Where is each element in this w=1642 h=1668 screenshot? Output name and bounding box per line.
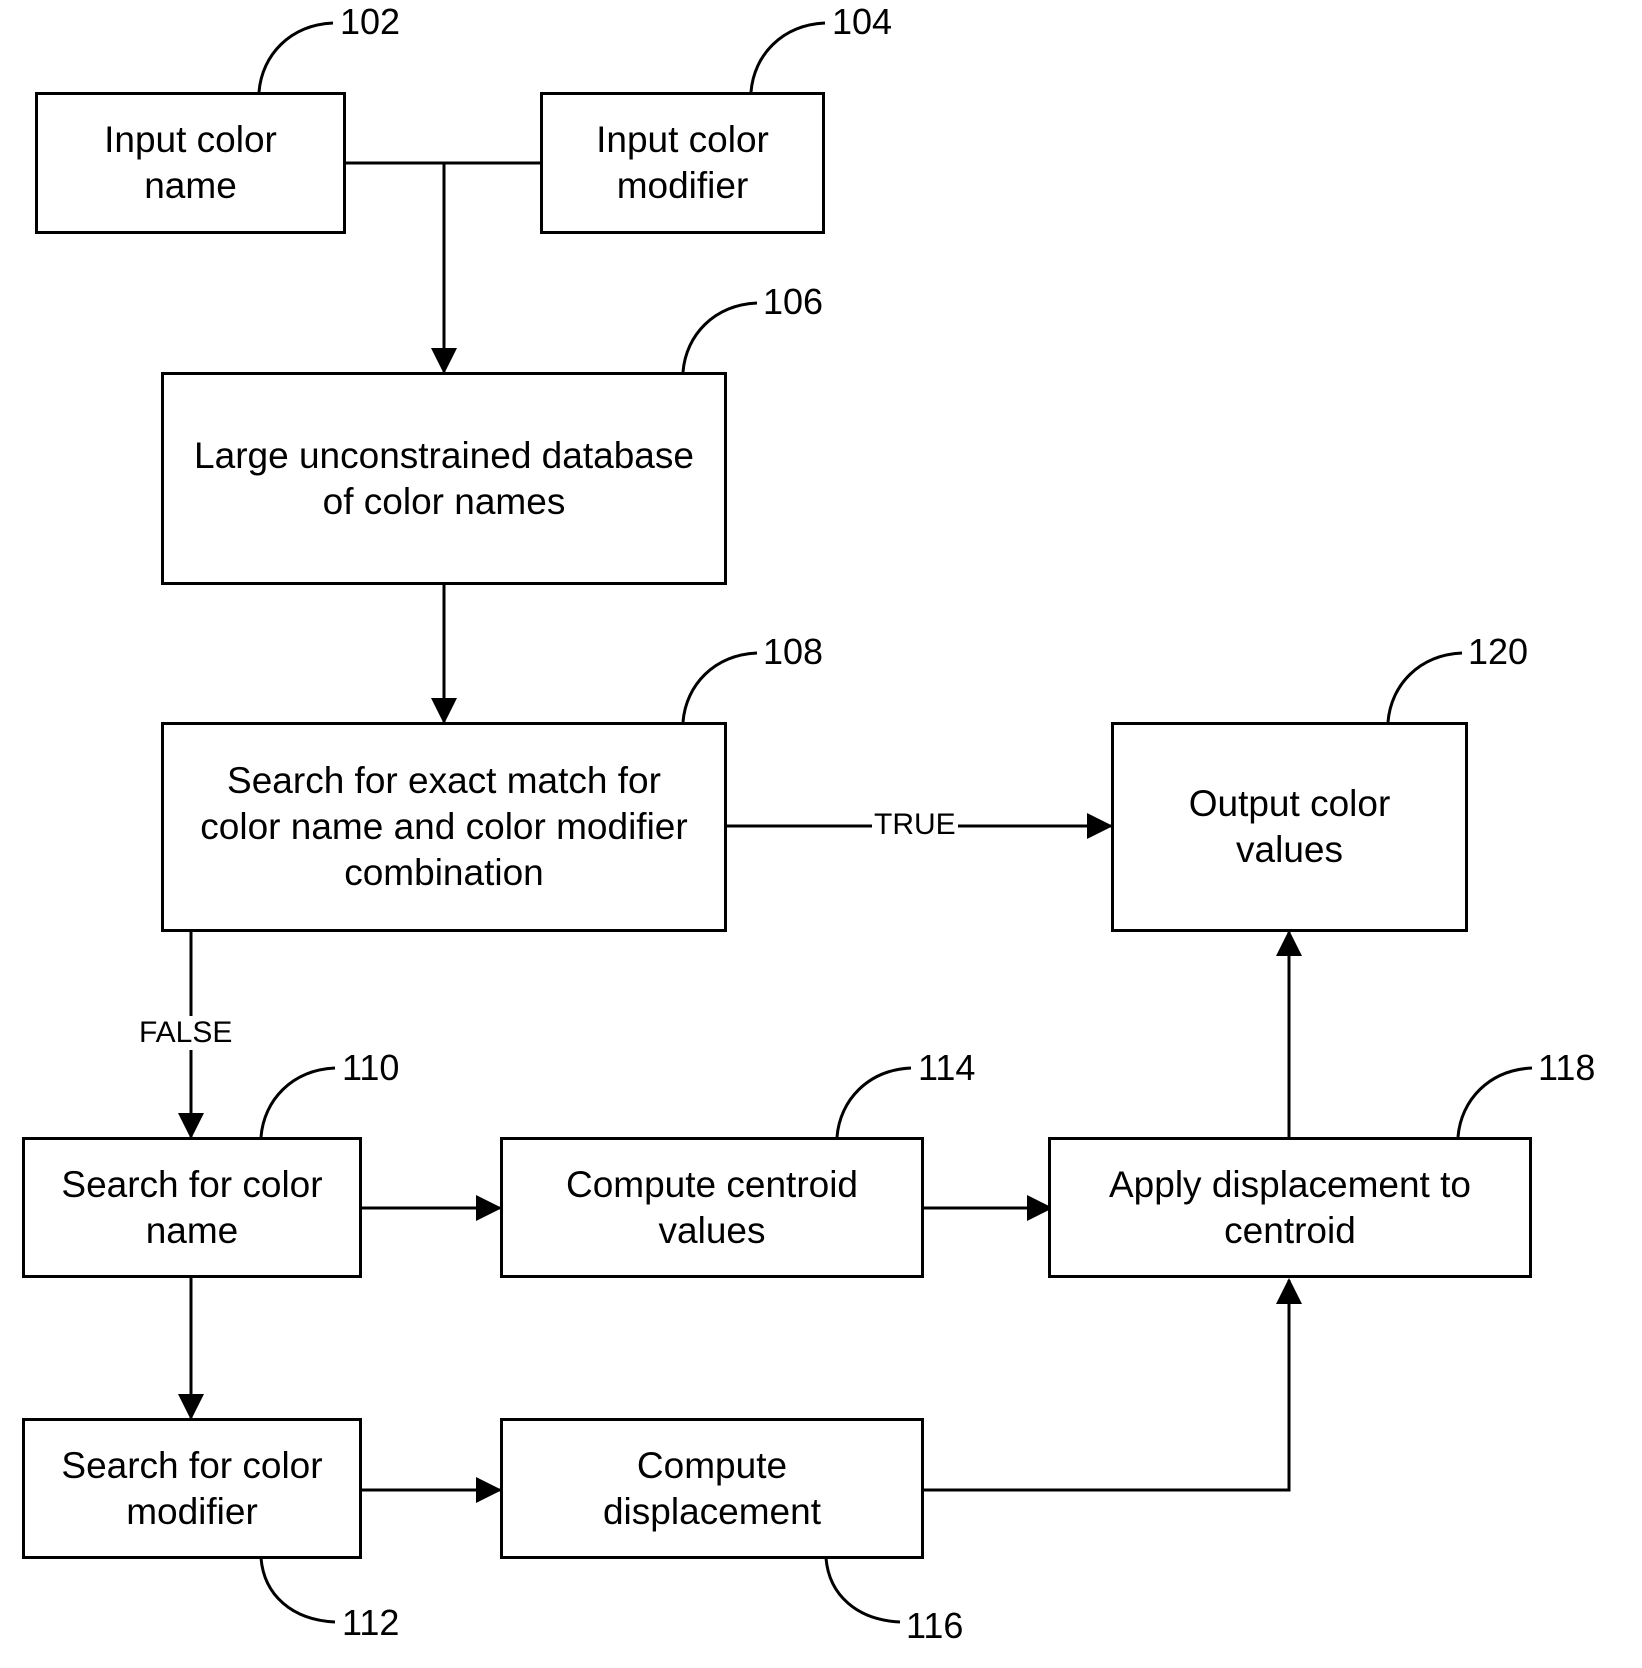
node-104-input-color-modifier: Input color modifier: [540, 92, 825, 234]
node-114-compute-centroid: Compute centroid values: [500, 1137, 924, 1278]
node-118-apply-displacement: Apply displacement to centroid: [1048, 1137, 1532, 1278]
ref-108: 108: [763, 631, 824, 672]
ref-114: 114: [918, 1047, 976, 1088]
edge-label-false: FALSE: [137, 1016, 235, 1050]
ref-118: 118: [1538, 1047, 1596, 1088]
node-112-search-color-modifier: Search for color modifier: [22, 1418, 362, 1559]
ref-116: 116: [906, 1605, 964, 1646]
node-120-output-color-values: Output color values: [1111, 722, 1468, 932]
node-102-input-color-name: Input color name: [35, 92, 346, 234]
edge-label-true: TRUE: [872, 808, 958, 842]
leader-108: [681, 651, 758, 723]
leader-102: [257, 21, 334, 93]
node-108-exact-match: Search for exact match for color name an…: [161, 722, 727, 932]
node-110-search-color-name: Search for color name: [22, 1137, 362, 1278]
node-106-database: Large unconstrained database of color na…: [161, 372, 727, 585]
leader-120: [1386, 651, 1463, 723]
leader-112: [259, 1557, 336, 1624]
leader-104: [749, 21, 826, 93]
leader-110: [259, 1066, 336, 1138]
ref-106: 106: [763, 281, 824, 322]
leader-114: [835, 1066, 912, 1138]
ref-120: 120: [1468, 631, 1529, 672]
edge-116-118: [923, 1278, 1302, 1492]
ref-110: 110: [342, 1047, 400, 1088]
ref-104: 104: [832, 1, 893, 42]
leader-116: [824, 1557, 901, 1624]
leader-106: [681, 301, 758, 373]
node-116-compute-displacement: Compute displacement: [500, 1418, 924, 1559]
ref-102: 102: [340, 1, 401, 42]
ref-112: 112: [342, 1602, 400, 1643]
leader-118: [1456, 1066, 1533, 1138]
